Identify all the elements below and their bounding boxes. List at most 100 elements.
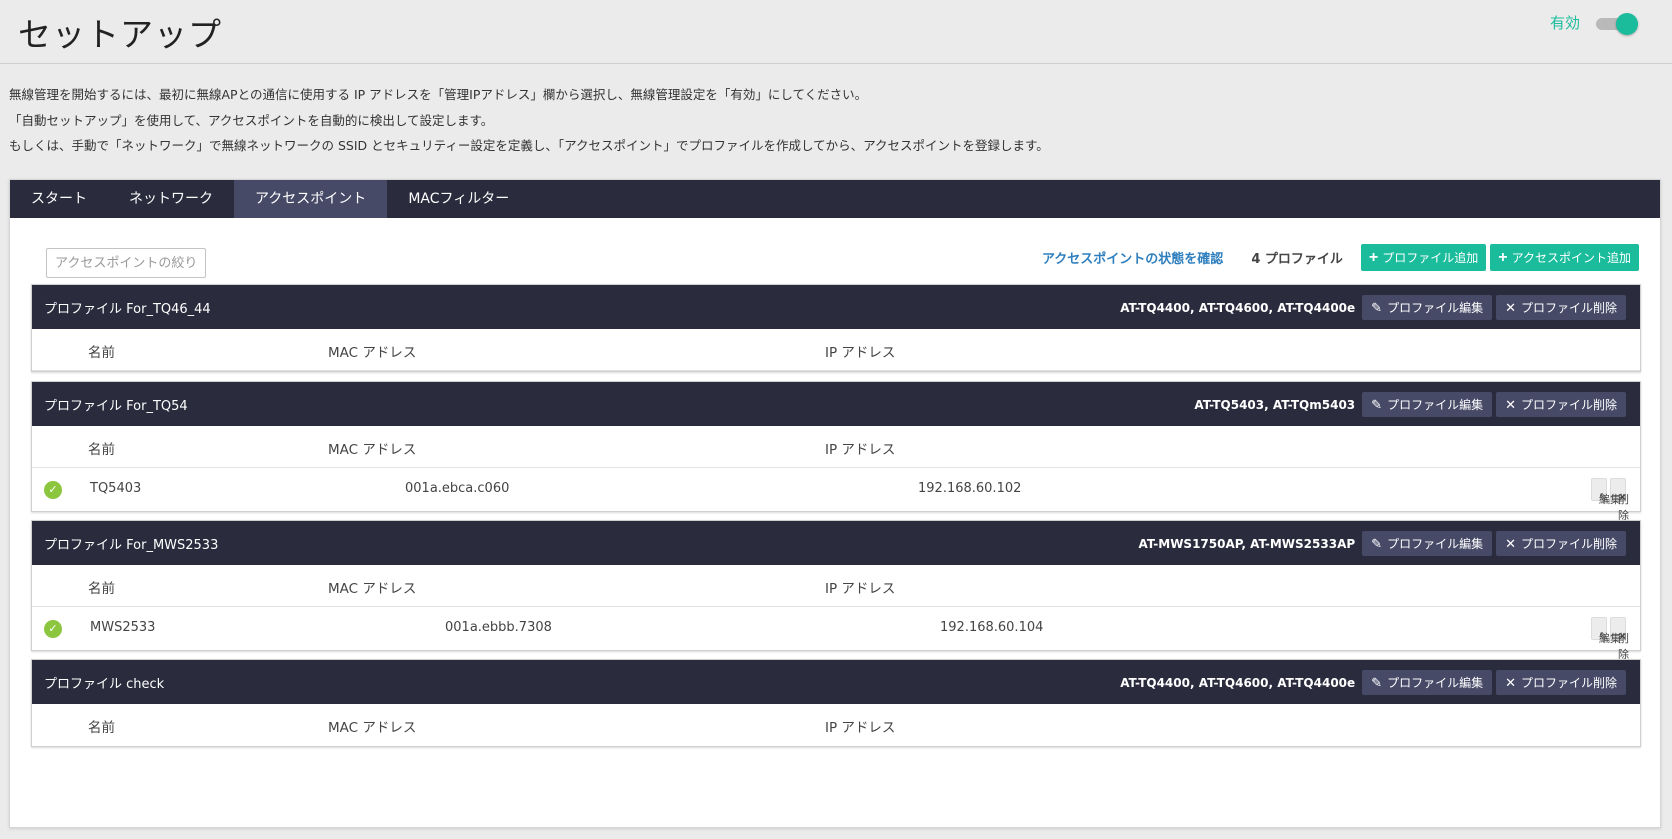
close-icon: ✕ bbox=[1505, 535, 1516, 551]
edit-profile-button[interactable]: ✎ プロファイル編集 bbox=[1362, 531, 1493, 556]
col-mac: MAC アドレス bbox=[328, 442, 417, 458]
ap-mac: 001a.ebca.c060 bbox=[405, 481, 510, 496]
col-mac: MAC アドレス bbox=[328, 720, 417, 736]
add-ap-label: アクセスポイント追加 bbox=[1511, 251, 1631, 265]
profile-name: プロファイル For_MWS2533 bbox=[44, 538, 219, 553]
tab-access-point[interactable]: アクセスポイント bbox=[234, 180, 388, 218]
column-header: 名前 MAC アドレス IP アドレス bbox=[32, 565, 1640, 607]
pencil-icon: ✎ bbox=[1371, 535, 1383, 551]
delete-profile-button[interactable]: ✕ プロファイル削除 bbox=[1496, 531, 1626, 556]
profile-panel: プロファイル For_TQ46_44 AT-TQ4400, AT-TQ4600,… bbox=[31, 284, 1641, 372]
edit-button[interactable]: ✎ 編集 bbox=[1591, 617, 1621, 645]
profile-actions: AT-TQ4400, AT-TQ4600, AT-TQ4400e ✎ プロファイル… bbox=[1120, 670, 1626, 695]
row-actions: ✎ 編集 ✕ 削除 bbox=[1588, 617, 1629, 661]
delete-profile-button[interactable]: ✕ プロファイル削除 bbox=[1496, 392, 1626, 417]
tab-start[interactable]: スタート bbox=[10, 180, 108, 218]
pencil-icon: ✎ bbox=[1371, 674, 1383, 690]
delete-profile-button[interactable]: ✕ プロファイル削除 bbox=[1496, 670, 1626, 695]
profile-header: プロファイル For_TQ46_44 AT-TQ4400, AT-TQ4600,… bbox=[32, 285, 1640, 329]
ap-name: TQ5403 bbox=[90, 481, 142, 496]
edit-profile-button[interactable]: ✎ プロファイル編集 bbox=[1362, 392, 1493, 417]
tab-network[interactable]: ネットワーク bbox=[108, 180, 234, 218]
toolbar-actions: アクセスポイントの状態を確認 4 プロファイル + プロファイル追加 + アクセ… bbox=[1042, 244, 1639, 271]
col-mac: MAC アドレス bbox=[328, 581, 417, 597]
col-mac: MAC アドレス bbox=[328, 345, 417, 361]
profile-header: プロファイル check AT-TQ4400, AT-TQ4600, AT-TQ… bbox=[32, 660, 1640, 704]
profile-actions: AT-MWS1750AP, AT-MWS2533AP ✎ プロファイル編集 ✕ プロ… bbox=[1138, 531, 1626, 556]
table-row: ✓ MWS2533 001a.ebbb.7308 192.168.60.104 … bbox=[32, 607, 1640, 661]
add-profile-button[interactable]: + プロファイル追加 bbox=[1360, 244, 1487, 271]
profile-models: AT-TQ5403, AT-TQm5403 bbox=[1194, 397, 1356, 412]
ap-ip: 192.168.60.102 bbox=[918, 481, 1022, 496]
profile-models: AT-MWS1750AP, AT-MWS2533AP bbox=[1138, 536, 1356, 551]
description-line: 「自動セットアップ」を使用して、アクセスポイントを自動的に検出して設定します。 bbox=[9, 112, 494, 128]
ap-name: MWS2533 bbox=[90, 620, 156, 635]
profile-models: AT-TQ4400, AT-TQ4600, AT-TQ4400e bbox=[1120, 675, 1356, 690]
check-circle-icon: ✓ bbox=[44, 481, 62, 499]
col-name: 名前 bbox=[88, 442, 115, 458]
profile-panel: プロファイル For_TQ54 AT-TQ5403, AT-TQm5403 ✎ プ… bbox=[31, 381, 1641, 522]
ap-mac: 001a.ebbb.7308 bbox=[445, 620, 552, 635]
col-ip: IP アドレス bbox=[825, 581, 896, 597]
ap-status-link[interactable]: アクセスポイントの状態を確認 bbox=[1042, 248, 1223, 267]
profile-panel: プロファイル check AT-TQ4400, AT-TQ4600, AT-TQ… bbox=[31, 659, 1641, 747]
edit-profile-button[interactable]: ✎ プロファイル編集 bbox=[1362, 670, 1493, 695]
enable-toggle[interactable] bbox=[1596, 12, 1638, 35]
column-header: 名前 MAC アドレス IP アドレス bbox=[32, 329, 1640, 371]
description-line: 無線管理を開始するには、最初に無線APとの通信に使用する IP アドレスを「管理… bbox=[9, 87, 868, 102]
col-ip: IP アドレス bbox=[825, 345, 896, 361]
col-ip: IP アドレス bbox=[825, 720, 896, 736]
col-name: 名前 bbox=[88, 345, 115, 361]
description-line: もしくは、手動で「ネットワーク」で無線ネットワークの SSID とセキュリティー… bbox=[9, 138, 1049, 153]
tab-bar: スタート ネットワーク アクセスポイント MACフィルター bbox=[10, 180, 1660, 218]
profile-actions: AT-TQ4400, AT-TQ4600, AT-TQ4400e ✎ プロファイル… bbox=[1120, 295, 1626, 320]
column-header: 名前 MAC アドレス IP アドレス bbox=[32, 704, 1640, 746]
profile-panel: プロファイル For_MWS2533 AT-MWS1750AP, AT-MWS2… bbox=[31, 520, 1641, 661]
description: 無線管理を開始するには、最初に無線APとの通信に使用する IP アドレスを「管理… bbox=[9, 82, 1049, 159]
ap-ip: 192.168.60.104 bbox=[940, 620, 1044, 635]
add-ap-button[interactable]: + アクセスポイント追加 bbox=[1490, 244, 1639, 271]
close-icon: ✕ bbox=[1505, 674, 1516, 690]
close-icon: ✕ bbox=[1505, 299, 1516, 315]
row-actions: ✎ 編集 ✕ 削除 bbox=[1588, 478, 1629, 522]
toggle-knob bbox=[1616, 12, 1638, 35]
delete-label: 削除 bbox=[1618, 633, 1629, 661]
enable-label: 有効 bbox=[1549, 14, 1580, 32]
page-header: セットアップ 有効 bbox=[0, 0, 1672, 64]
edit-profile-button[interactable]: ✎ プロファイル編集 bbox=[1362, 295, 1493, 320]
check-circle-icon: ✓ bbox=[44, 620, 62, 638]
profile-name: プロファイル check bbox=[44, 677, 165, 692]
profile-models: AT-TQ4400, AT-TQ4600, AT-TQ4400e bbox=[1120, 300, 1356, 315]
profile-name: プロファイル For_TQ54 bbox=[44, 399, 188, 414]
delete-profile-label: プロファイル削除 bbox=[1520, 301, 1617, 315]
delete-profile-label: プロファイル削除 bbox=[1520, 537, 1617, 551]
tab-mac-filter[interactable]: MACフィルター bbox=[387, 180, 530, 218]
pencil-icon: ✎ bbox=[1371, 396, 1383, 412]
col-name: 名前 bbox=[88, 720, 115, 736]
profile-header: プロファイル For_MWS2533 AT-MWS1750AP, AT-MWS2… bbox=[32, 521, 1640, 565]
delete-profile-label: プロファイル削除 bbox=[1520, 676, 1617, 690]
column-header: 名前 MAC アドレス IP アドレス bbox=[32, 426, 1640, 468]
profile-actions: AT-TQ5403, AT-TQm5403 ✎ プロファイル編集 ✕ プロファイル削… bbox=[1194, 392, 1626, 417]
plus-icon: + bbox=[1498, 248, 1508, 266]
setup-card: スタート ネットワーク アクセスポイント MACフィルター アクセスポイントの状… bbox=[9, 179, 1661, 828]
delete-profile-label: プロファイル削除 bbox=[1520, 398, 1617, 412]
edit-profile-label: プロファイル編集 bbox=[1387, 301, 1484, 315]
page-title: セットアップ bbox=[18, 15, 222, 54]
edit-profile-label: プロファイル編集 bbox=[1387, 676, 1484, 690]
pencil-icon: ✎ bbox=[1371, 299, 1383, 315]
enable-control: 有効 bbox=[1549, 12, 1638, 35]
edit-profile-label: プロファイル編集 bbox=[1387, 398, 1484, 412]
profile-name: プロファイル For_TQ46_44 bbox=[44, 302, 211, 317]
delete-profile-button[interactable]: ✕ プロファイル削除 bbox=[1496, 295, 1626, 320]
edit-button[interactable]: ✎ 編集 bbox=[1591, 478, 1621, 506]
col-name: 名前 bbox=[88, 581, 115, 597]
table-row: ✓ TQ5403 001a.ebca.c060 192.168.60.102 ✎… bbox=[32, 468, 1640, 522]
ap-filter-input[interactable] bbox=[46, 248, 206, 278]
edit-profile-label: プロファイル編集 bbox=[1387, 537, 1484, 551]
profile-header: プロファイル For_TQ54 AT-TQ5403, AT-TQm5403 ✎ プ… bbox=[32, 382, 1640, 426]
delete-label: 削除 bbox=[1618, 494, 1629, 522]
col-ip: IP アドレス bbox=[825, 442, 896, 458]
add-profile-label: プロファイル追加 bbox=[1382, 251, 1479, 265]
plus-icon: + bbox=[1368, 248, 1379, 266]
